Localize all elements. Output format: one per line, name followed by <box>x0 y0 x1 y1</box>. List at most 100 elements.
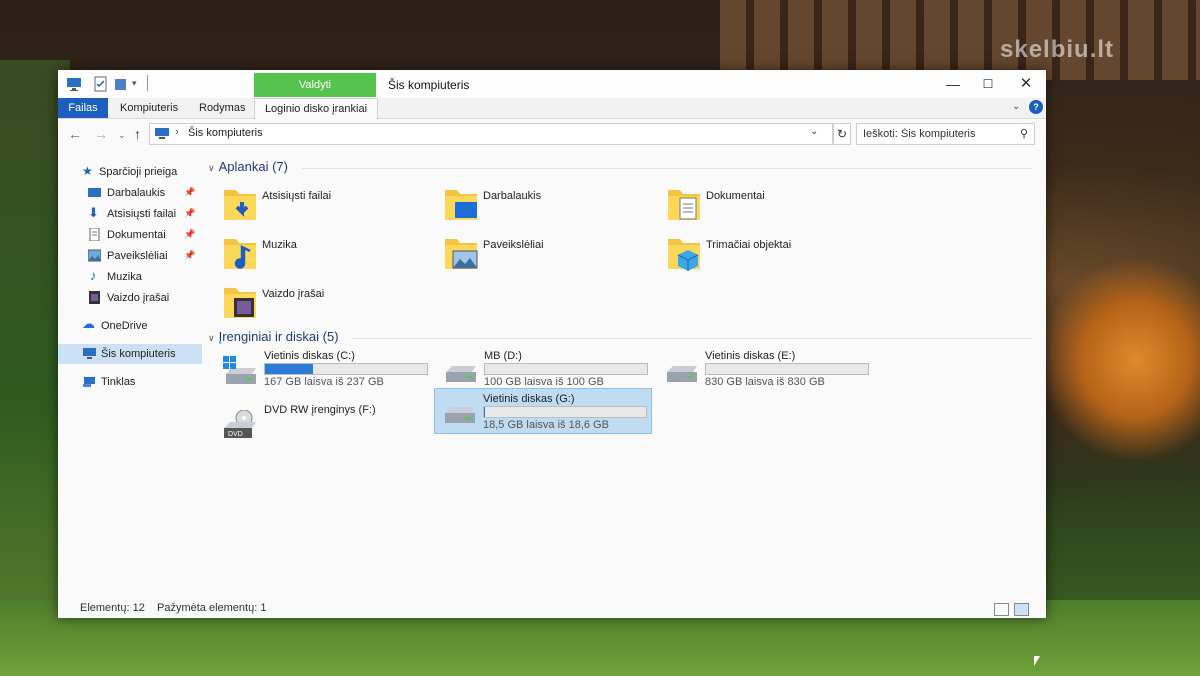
sidebar-item-music[interactable]: ♪ Muzika <box>58 267 202 287</box>
expand-ribbon-icon[interactable]: ⌄ <box>1012 101 1020 112</box>
group-divider <box>302 168 1032 169</box>
breadcrumb-chevron-icon[interactable]: › <box>175 126 179 138</box>
dvd-drive-icon: DVD <box>224 410 256 438</box>
pin-icon[interactable]: 📌 <box>184 187 195 198</box>
tab-file[interactable]: Failas <box>58 98 108 118</box>
sidebar-item-label: Paveikslėliai <box>107 250 168 262</box>
chevron-down-icon: ∨ <box>208 163 215 173</box>
sidebar-item-documents[interactable]: Dokumentai 📌 <box>58 225 202 245</box>
customize-toolbar-icon[interactable]: ▾ <box>132 78 137 94</box>
pin-icon[interactable]: 📌 <box>184 208 195 219</box>
3d-objects-icon <box>668 239 700 271</box>
hard-drive-icon <box>446 366 476 382</box>
document-icon <box>89 228 100 241</box>
drive-item[interactable]: DVD DVD RW įrenginys (F:) <box>220 402 436 446</box>
folder-item[interactable]: Trimačiai objektai <box>666 233 876 277</box>
folder-label: Darbalaukis <box>483 190 542 202</box>
tab-view[interactable]: Rodymas <box>199 98 245 118</box>
desktop-icon <box>88 188 101 197</box>
tab-drive-tools[interactable]: Loginio disko įrankiai <box>254 98 378 119</box>
sidebar-item-desktop[interactable]: Darbalaukis 📌 <box>58 183 202 203</box>
download-arrow-icon: ⬇ <box>88 205 99 220</box>
windows-drive-icon <box>223 356 256 384</box>
ribbon-tabs: Failas Kompiuteris Rodymas Loginio disko… <box>58 98 1046 119</box>
background-car <box>1040 260 1200 460</box>
search-icon[interactable]: ⚲ <box>1020 127 1028 140</box>
group-divider <box>352 338 1032 339</box>
sidebar-item-this-pc[interactable]: Šis kompiuteris <box>58 344 202 364</box>
sidebar-item-label: Atsisiųsti failai <box>107 208 177 220</box>
drive-usage-bar <box>264 363 428 375</box>
folder-item[interactable]: Atsisiųsti failai <box>222 184 432 228</box>
folder-label: Paveikslėliai <box>483 239 544 251</box>
navigation-pane: ★ Sparčioji prieiga Darbalaukis 📌 ⬇ Atsi… <box>58 150 202 600</box>
search-box[interactable]: ⚲ <box>856 123 1035 145</box>
cloud-icon: ☁ <box>82 316 95 331</box>
content-area: ∨ Aplankai (7) Atsisiųsti failai Darbalau… <box>202 150 1042 600</box>
drive-free-space: 830 GB laisva iš 830 GB <box>705 376 825 388</box>
pin-icon[interactable]: 📌 <box>184 250 195 261</box>
film-icon <box>89 291 100 304</box>
chevron-down-icon: ∨ <box>208 333 215 343</box>
refresh-button[interactable]: ↻ <box>833 123 851 145</box>
drive-usage-fill <box>265 364 313 374</box>
recent-locations-icon[interactable]: ⌄ <box>118 130 126 141</box>
this-pc-icon <box>83 348 96 359</box>
sidebar-item-pictures[interactable]: Paveikslėliai 📌 <box>58 246 202 266</box>
close-button[interactable]: ✕ <box>1011 74 1041 94</box>
breadcrumb[interactable]: Šis kompiuteris <box>188 127 263 139</box>
forward-icon[interactable]: → <box>94 126 108 142</box>
drive-free-space: 167 GB laisva iš 237 GB <box>264 376 384 388</box>
sidebar-item-quick-access[interactable]: ★ Sparčioji prieiga <box>58 162 202 182</box>
sidebar-item-onedrive[interactable]: ☁ OneDrive <box>58 316 202 336</box>
context-tab-manage[interactable]: Valdyti <box>254 73 376 97</box>
drive-item[interactable]: Vietinis diskas (C:) 167 GB laisva iš 23… <box>220 348 436 392</box>
address-history-icon[interactable]: ⌄ <box>810 126 818 137</box>
sidebar-item-label: Vaizdo įrašai <box>107 292 170 304</box>
group-header-devices[interactable]: ∨ Įrenginiai ir diskai (5) <box>208 329 339 344</box>
folder-item[interactable]: Darbalaukis <box>443 184 653 228</box>
maximize-button[interactable]: ☐ <box>973 74 1003 94</box>
up-icon[interactable]: ↑ <box>134 126 141 142</box>
sidebar-item-label: Šis kompiuteris <box>101 348 176 360</box>
mouse-cursor-icon <box>1034 656 1040 666</box>
details-view-icon[interactable] <box>994 603 1009 616</box>
group-header-folders[interactable]: ∨ Aplankai (7) <box>208 159 288 174</box>
drive-label: MB (D:) <box>484 350 522 362</box>
drive-item[interactable]: MB (D:) 100 GB laisva iš 100 GB <box>440 348 656 392</box>
search-input[interactable] <box>863 126 1013 141</box>
videos-icon <box>224 288 256 318</box>
item-count: Elementų: 12 <box>80 602 145 614</box>
drive-item[interactable]: Vietinis diskas (E:) 830 GB laisva iš 83… <box>661 348 877 392</box>
folder-item[interactable]: Muzika <box>222 233 432 277</box>
svg-text:DVD: DVD <box>228 431 243 438</box>
tiles-view-icon[interactable] <box>1014 603 1029 616</box>
drive-item[interactable]: Vietinis diskas (G:) 18,5 GB laisva iš 1… <box>434 388 652 434</box>
minimize-button[interactable]: — <box>938 74 968 94</box>
folder-item[interactable]: Dokumentai <box>666 184 876 228</box>
tab-computer[interactable]: Kompiuteris <box>120 98 178 118</box>
this-pc-icon <box>155 128 169 139</box>
picture-icon <box>88 249 101 262</box>
sidebar-item-label: Dokumentai <box>107 229 166 241</box>
file-explorer-window: ▾ Valdyti Šis kompiuteris — ☐ ✕ Failas K… <box>58 70 1046 618</box>
drive-usage-bar <box>484 363 648 375</box>
this-pc-icon[interactable] <box>66 76 82 92</box>
sidebar-item-videos[interactable]: Vaizdo įrašai <box>58 288 202 308</box>
sidebar-item-label: Muzika <box>107 271 142 283</box>
sidebar-item-label: Tinklas <box>101 376 136 388</box>
folder-item[interactable]: Paveikslėliai <box>443 233 653 277</box>
back-icon[interactable]: ← <box>68 126 82 142</box>
help-icon[interactable]: ? <box>1029 100 1043 114</box>
sidebar-item-downloads[interactable]: ⬇ Atsisiųsti failai 📌 <box>58 204 202 224</box>
folder-item[interactable]: Vaizdo įrašai <box>222 282 432 326</box>
folder-label: Muzika <box>262 239 297 251</box>
sidebar-item-network[interactable]: Tinklas <box>58 372 202 392</box>
drive-label: Vietinis diskas (G:) <box>483 393 575 405</box>
properties-icon[interactable] <box>94 76 107 92</box>
folder-label: Vaizdo įrašai <box>262 288 325 300</box>
new-folder-icon[interactable] <box>114 76 127 92</box>
drive-free-space: 18,5 GB laisva iš 18,6 GB <box>483 419 609 431</box>
pin-icon[interactable]: 📌 <box>184 229 195 240</box>
address-bar[interactable]: › Šis kompiuteris ⌄ <box>149 123 833 145</box>
